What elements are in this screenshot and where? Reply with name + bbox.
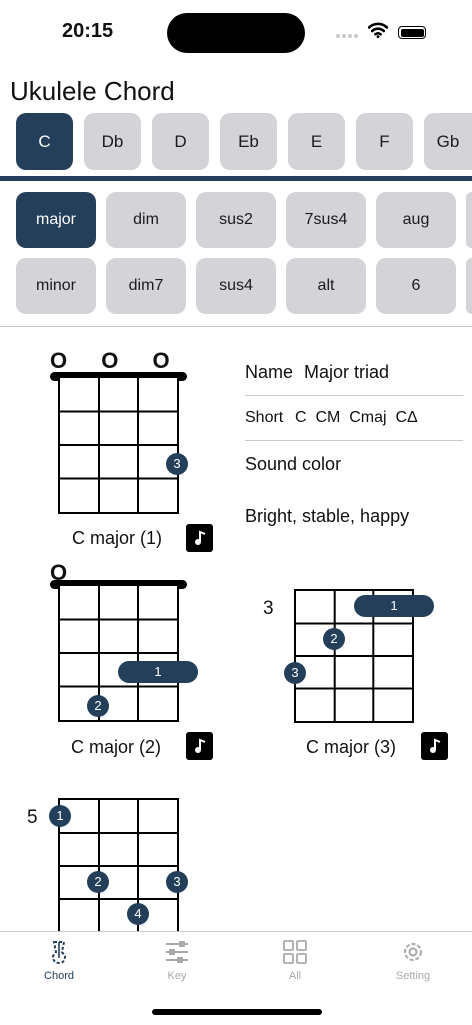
tab-label: Setting [395, 970, 431, 982]
chord-label-3: C major (3) [306, 737, 397, 757]
finger-dot: 4 [127, 903, 149, 925]
key-button-c[interactable]: C [16, 113, 73, 170]
key-button-e[interactable]: E [288, 113, 345, 170]
quality-button-major[interactable]: major [16, 192, 96, 248]
tab-label: Chord [44, 970, 74, 982]
play-sound-button-1[interactable] [186, 524, 213, 552]
fretboard-grid [58, 584, 179, 722]
info-short-label: Short [245, 409, 284, 426]
section-divider [0, 326, 472, 327]
key-button-d[interactable]: D [152, 113, 209, 170]
quality-button-dim7[interactable]: dim7 [106, 258, 186, 314]
finger-dot: 2 [323, 628, 345, 650]
quality-button-aug[interactable]: aug [376, 192, 456, 248]
battery-icon [398, 26, 426, 39]
gear-icon [404, 943, 422, 961]
tab-setting[interactable]: Setting [354, 938, 472, 982]
quality-button-6[interactable]: 6 [376, 258, 456, 314]
key-button-db[interactable]: Db [84, 113, 141, 170]
play-sound-button-3[interactable] [421, 732, 448, 760]
chord-label-1: C major (1) [72, 528, 163, 548]
music-note-icon [429, 738, 440, 753]
info-divider [245, 395, 463, 396]
fretboard-grid [58, 798, 179, 938]
key-button-gb[interactable]: Gb [424, 113, 472, 170]
quality-button-partial[interactable] [466, 192, 472, 248]
fret-position-label: 3 [263, 598, 274, 619]
tab-label: All [288, 970, 302, 982]
grid-icon [283, 940, 307, 964]
signal-icon [336, 34, 360, 40]
quality-button-minor[interactable]: minor [16, 258, 96, 314]
finger-dot: 3 [166, 871, 188, 893]
finger-dot: 3 [284, 662, 306, 684]
info-sound-color-value: Bright, stable, happy [245, 506, 410, 526]
info-name-value: Major triad [304, 362, 390, 382]
home-indicator [152, 1009, 322, 1015]
ukulele-icon [51, 941, 67, 965]
open-string-markers: O O O [50, 348, 184, 373]
fretboard-grid [58, 376, 179, 514]
key-button-eb[interactable]: Eb [220, 113, 277, 170]
finger-dot: 3 [166, 453, 188, 475]
info-sound-color-label: Sound color [245, 454, 342, 474]
quality-button-sus2[interactable]: sus2 [196, 192, 276, 248]
barre-dot: 1 [354, 595, 434, 617]
dynamic-island [167, 13, 305, 53]
quality-button-7sus4[interactable]: 7sus4 [286, 192, 366, 248]
play-sound-button-2[interactable] [186, 732, 213, 760]
key-button-f[interactable]: F [356, 113, 413, 170]
tab-all[interactable]: All [236, 938, 354, 982]
info-name-label: Name [245, 362, 294, 382]
music-note-icon [194, 530, 205, 545]
finger-dot: 2 [87, 695, 109, 717]
fret-position-label: 5 [27, 807, 38, 828]
finger-dot: 1 [49, 805, 71, 827]
quality-button-partial-2[interactable] [466, 258, 472, 314]
key-divider [0, 176, 472, 181]
barre-dot: 1 [118, 661, 198, 683]
info-short-values: C CM Cmaj CΔ [295, 409, 418, 426]
tab-label: Key [167, 970, 187, 982]
tab-chord[interactable]: Chord [0, 938, 118, 982]
wifi-icon [367, 22, 389, 38]
finger-dot: 2 [87, 871, 109, 893]
tab-key[interactable]: Key [118, 938, 236, 982]
status-time: 20:15 [62, 20, 114, 42]
quality-button-sus4[interactable]: sus4 [196, 258, 276, 314]
quality-button-alt[interactable]: alt [286, 258, 366, 314]
chord-label-2: C major (2) [71, 737, 162, 757]
music-note-icon [194, 738, 205, 753]
page-title: Ukulele Chord [10, 76, 175, 106]
sliders-icon [166, 941, 188, 963]
info-divider [245, 440, 463, 441]
quality-button-dim[interactable]: dim [106, 192, 186, 248]
